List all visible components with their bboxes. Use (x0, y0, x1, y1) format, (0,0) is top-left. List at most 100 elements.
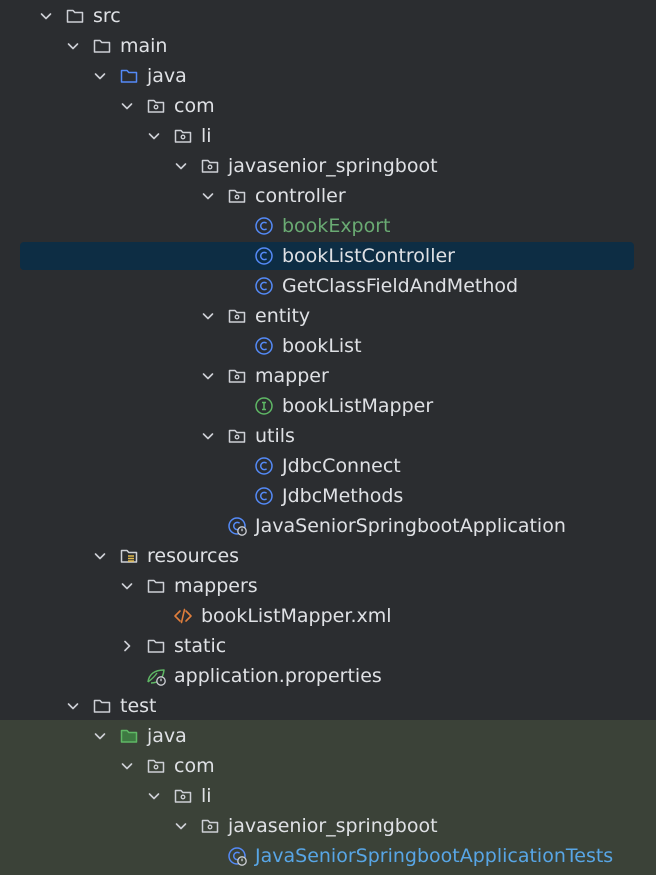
tree-item-booklist[interactable]: bookList (0, 331, 656, 361)
tree-item-label: java (147, 65, 187, 87)
tree-item-java[interactable]: java (0, 61, 656, 91)
tree-item-label: controller (255, 185, 346, 207)
chevron-down-icon[interactable] (146, 788, 162, 804)
folder-icon (66, 9, 84, 23)
chevron-down-icon[interactable] (119, 578, 135, 594)
tree-item-javasenior-springboot[interactable]: javasenior_springboot (0, 151, 656, 181)
project-tree: src main java com li javasenior_springboot con… (0, 0, 656, 875)
tree-item-mappers[interactable]: mappers (0, 571, 656, 601)
tree-item-javaseniorspringbootapplicationtests[interactable]: JavaSeniorSpringbootApplicationTests (0, 841, 656, 871)
tree-item-resources[interactable]: resources (0, 541, 656, 571)
tree-item-javaseniorspringbootapplication[interactable]: JavaSeniorSpringbootApplication (0, 511, 656, 541)
package-icon (147, 759, 165, 773)
tree-item-label: com (174, 95, 215, 117)
tree-item-com[interactable]: com (0, 91, 656, 121)
tree-item-entity[interactable]: entity (0, 301, 656, 331)
test-class-icon (228, 847, 247, 866)
class-icon (255, 277, 273, 295)
tree-item-label: com (174, 755, 215, 777)
tree-item-static[interactable]: static (0, 631, 656, 661)
chevron-down-icon[interactable] (119, 758, 135, 774)
package-icon (201, 159, 219, 173)
tree-item-label: javasenior_springboot (228, 815, 438, 837)
xml-file-icon (174, 608, 192, 624)
package-icon (228, 189, 246, 203)
class-icon (255, 247, 273, 265)
tree-item-main[interactable]: main (0, 31, 656, 61)
tree-item-label: mapper (255, 365, 329, 387)
tree-item-booklistcontroller[interactable]: bookListController (0, 241, 656, 271)
package-icon (228, 369, 246, 383)
tree-item-booklistmapper[interactable]: bookListMapper (0, 391, 656, 421)
chevron-down-icon[interactable] (146, 128, 162, 144)
tree-item-label: li (201, 125, 212, 147)
tree-item-label: bookList (282, 335, 362, 357)
chevron-down-icon[interactable] (92, 68, 108, 84)
tree-item-bookexport[interactable]: bookExport (0, 211, 656, 241)
chevron-right-icon[interactable] (119, 638, 135, 654)
chevron-down-icon[interactable] (92, 728, 108, 744)
tree-item-mapper[interactable]: mapper (0, 361, 656, 391)
tree-item-label: resources (147, 545, 240, 567)
tree-item-label: entity (255, 305, 311, 327)
folder-icon (93, 699, 111, 713)
tree-item-li[interactable]: li (0, 121, 656, 151)
class-icon (255, 337, 273, 355)
tree-item-jdbcmethods[interactable]: JdbcMethods (0, 481, 656, 511)
tree-item-utils[interactable]: utils (0, 421, 656, 451)
tree-item-label: JdbcConnect (282, 455, 401, 477)
chevron-down-icon[interactable] (65, 698, 81, 714)
chevron-down-icon[interactable] (65, 38, 81, 54)
tree-item-label: JdbcMethods (282, 485, 404, 507)
tree-item-label: test (120, 695, 157, 717)
package-icon (201, 819, 219, 833)
chevron-down-icon[interactable] (119, 98, 135, 114)
tree-item-test[interactable]: test (0, 691, 656, 721)
tree-item-label: JavaSeniorSpringbootApplicationTests (255, 845, 614, 867)
tree-item-label: javasenior_springboot (228, 155, 438, 177)
tree-item-label: bookListMapper.xml (201, 605, 392, 627)
tree-item-javasenior-springboot[interactable]: javasenior_springboot (0, 811, 656, 841)
package-icon (174, 129, 192, 143)
tree-item-label: mappers (174, 575, 258, 597)
chevron-down-icon[interactable] (200, 188, 216, 204)
tree-item-label: java (147, 725, 187, 747)
chevron-down-icon[interactable] (92, 548, 108, 564)
tree-item-label: GetClassFieldAndMethod (282, 275, 519, 297)
tree-item-src[interactable]: src (0, 1, 656, 31)
chevron-down-icon[interactable] (38, 8, 54, 24)
tree-item-booklistmapper-xml[interactable]: bookListMapper.xml (0, 601, 656, 631)
tree-item-jdbcconnect[interactable]: JdbcConnect (0, 451, 656, 481)
tree-item-com[interactable]: com (0, 751, 656, 781)
chevron-down-icon[interactable] (173, 158, 189, 174)
tree-item-label: li (201, 785, 212, 807)
package-icon (228, 429, 246, 443)
class-icon (255, 487, 273, 505)
package-icon (174, 789, 192, 803)
tree-item-label: utils (255, 425, 295, 447)
tree-item-application-properties[interactable]: application.properties (0, 661, 656, 691)
tree-item-controller[interactable]: controller (0, 181, 656, 211)
tree-item-getclassfieldandmethod[interactable]: GetClassFieldAndMethod (0, 271, 656, 301)
tree-item-label: src (93, 5, 121, 27)
spring-boot-class-icon (228, 517, 247, 536)
chevron-down-icon[interactable] (200, 368, 216, 384)
spring-properties-icon (147, 669, 166, 686)
chevron-down-icon[interactable] (200, 308, 216, 324)
class-icon (255, 457, 273, 475)
chevron-down-icon[interactable] (173, 818, 189, 834)
tree-item-label: bookListMapper (282, 395, 434, 417)
interface-icon (255, 397, 273, 415)
folder-icon (147, 579, 165, 593)
folder-icon (147, 639, 165, 653)
tree-item-label: bookListController (282, 245, 455, 267)
tree-item-java[interactable]: java (0, 721, 656, 751)
package-icon (147, 99, 165, 113)
chevron-down-icon[interactable] (200, 428, 216, 444)
test-root-folder-icon (120, 729, 138, 743)
folder-icon (93, 39, 111, 53)
tree-item-label: application.properties (174, 665, 382, 687)
source-root-folder-icon (120, 69, 138, 83)
tree-item-li[interactable]: li (0, 781, 656, 811)
tree-item-label: main (120, 35, 168, 57)
